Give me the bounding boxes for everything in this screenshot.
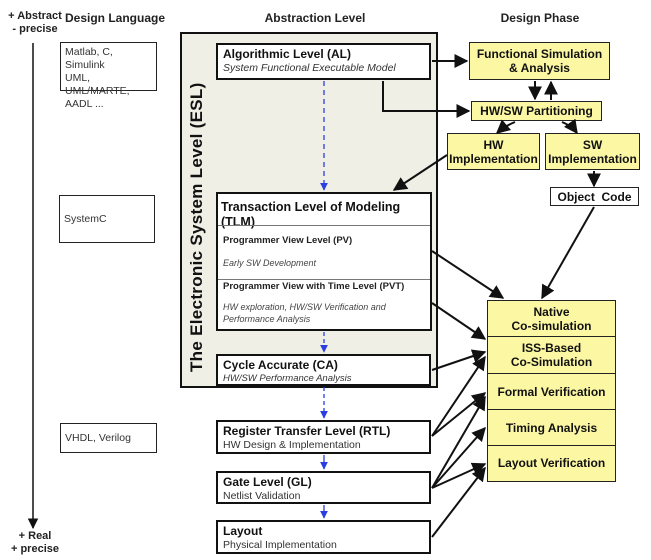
arrow-al-partitioning [382, 81, 471, 118]
arrow-partitioning-sw [561, 118, 578, 135]
arrow-hw-tlm [392, 154, 448, 191]
arrow-pvt-iss [431, 302, 487, 340]
arrow-partitioning-hw [495, 119, 516, 134]
arrow-rtl-formal [431, 392, 487, 437]
arrow-rtl-iss [431, 355, 486, 437]
arrow-objectcode-native [541, 206, 595, 300]
connector-layer [27, 43, 601, 538]
arrow-gl-formal [431, 395, 486, 489]
arrow-pv-native [431, 250, 505, 299]
